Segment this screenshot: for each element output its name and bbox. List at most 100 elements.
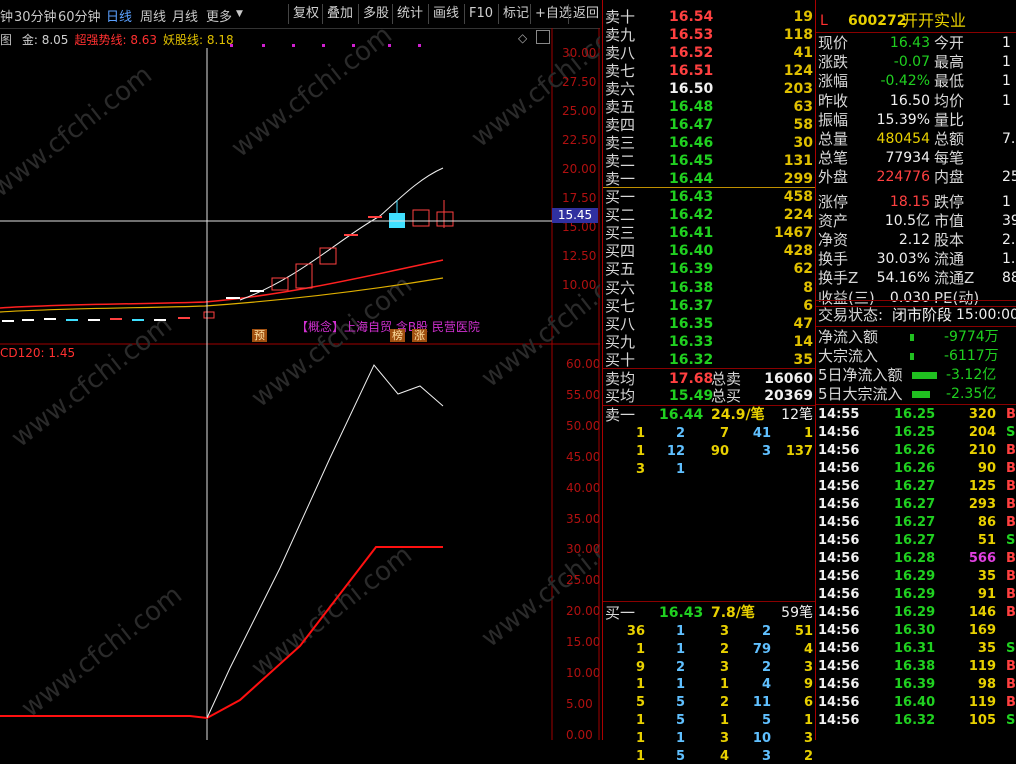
queue-cell: 1 xyxy=(635,713,645,728)
asks-row[interactable]: 卖五 16.48 63 xyxy=(603,98,815,117)
bids-label: 买八 xyxy=(605,314,636,333)
asks-volume: 19 xyxy=(793,9,813,25)
more-dropdown-icon[interactable]: ▼ xyxy=(236,9,243,19)
indicator-label-1: 超强势线 xyxy=(74,33,123,47)
toolbar-button-8[interactable]: 返回 xyxy=(568,4,603,24)
asks-label: 卖二 xyxy=(605,152,636,170)
bids-label: 买五 xyxy=(605,260,636,279)
asks-volume: 30 xyxy=(793,135,813,151)
tick-time: 14:55 xyxy=(818,407,860,422)
period-tab-0[interactable]: 钟 xyxy=(0,6,13,25)
quote-field-label: 总笔 xyxy=(818,149,849,168)
tick-price: 16.39 xyxy=(894,677,936,692)
indicator-label-2: 妖股线 xyxy=(163,33,200,47)
indicator-tick: 60.00 xyxy=(566,357,601,371)
tick-row: 14:56 16.30 169 xyxy=(816,622,1016,640)
tick-row: 14:56 16.29 91 B xyxy=(816,586,1016,604)
settings-diamond-icon[interactable]: ◇ xyxy=(518,31,530,45)
marker-badge[interactable]: 涨 xyxy=(412,329,427,342)
tick-price: 16.27 xyxy=(894,479,936,494)
queue-cell: 90 xyxy=(710,443,729,459)
asks-row[interactable]: 卖八 16.52 41 xyxy=(603,44,815,63)
tick-time: 14:56 xyxy=(818,479,860,494)
toolbar-button-3[interactable]: 统计 xyxy=(392,4,427,24)
asks-row[interactable]: 卖六 16.50 203 xyxy=(603,80,815,99)
asks-row[interactable]: 卖二 16.45 131 xyxy=(603,152,815,171)
kline-chart[interactable]: www.cfchi.com www.cfchi.com www.cfchi.co… xyxy=(0,28,601,742)
toolbar-button-1[interactable]: 叠加 xyxy=(322,4,357,24)
period-tab-1[interactable]: 30分钟 xyxy=(14,6,57,25)
asks-row[interactable]: 卖七 16.51 124 xyxy=(603,62,815,81)
tick-side: B xyxy=(1006,587,1016,602)
queue-cell: 2 xyxy=(675,659,685,675)
toolbar-button-6[interactable]: 标记 xyxy=(498,4,533,24)
bids-price: 16.41 xyxy=(669,225,714,242)
asks-row[interactable]: 卖三 16.46 30 xyxy=(603,134,815,153)
crosshair-price-label: 15.45 xyxy=(552,208,598,223)
toolbar-button-2[interactable]: 多股 xyxy=(358,4,393,24)
marker-badge[interactable]: 榜 xyxy=(390,329,405,342)
quote-field-label2: 最高 xyxy=(934,53,965,72)
ma-white-line xyxy=(239,167,444,301)
tick-price: 16.29 xyxy=(894,587,936,602)
quote-field-label: 资产 xyxy=(818,211,849,230)
period-tab-2[interactable]: 60分钟 xyxy=(58,6,101,25)
bids-row[interactable]: 买九 16.33 14 xyxy=(603,333,815,352)
queue-price: 16.43 xyxy=(659,605,704,621)
quote-field-label: 换手 xyxy=(818,250,849,269)
queue-cell: 137 xyxy=(785,443,813,459)
tick-row: 14:56 16.32 105 S xyxy=(816,712,1016,730)
svg-text:www.cfchi.com: www.cfchi.com xyxy=(16,580,188,724)
indicator-tick: 20.00 xyxy=(566,604,601,619)
indicator-1: 超强势线: 8.63 xyxy=(74,33,157,47)
queue-cell: 1 xyxy=(675,624,685,639)
queue-cell: 11 xyxy=(752,695,771,711)
tick-row: 14:56 16.38 119 B xyxy=(816,658,1016,676)
bids-row[interactable]: 买七 16.37 6 xyxy=(603,297,815,316)
concept-label: 【概念】上海自贸 含B股 民营医院 xyxy=(296,320,480,334)
quote-field-value: 0.030 xyxy=(889,289,930,306)
flow-label: 5日净流入额 xyxy=(818,366,903,384)
bids-row[interactable]: 买三 16.41 1467 xyxy=(603,224,815,243)
tick-side: B xyxy=(1006,461,1016,476)
tick-volume: 105 xyxy=(968,713,996,728)
tick-volume: 51 xyxy=(977,533,996,548)
asks-volume: 118 xyxy=(783,27,813,43)
quote-field-value2: 25 xyxy=(1002,169,1016,186)
stock-code[interactable]: 600272 xyxy=(848,12,906,31)
bids-row[interactable]: 买八 16.35 47 xyxy=(603,315,815,334)
price-tick: 17.50 xyxy=(562,191,597,205)
tick-time: 14:56 xyxy=(818,443,860,458)
price-tick: 25.00 xyxy=(562,104,597,118)
asks-row[interactable]: 卖十 16.54 19 xyxy=(603,8,815,27)
bids-row[interactable]: 买一 16.43 458 xyxy=(603,188,815,207)
tick-side: B xyxy=(1006,407,1016,422)
marker-badge[interactable]: 预 xyxy=(252,329,267,342)
toolbar-button-4[interactable]: 画线 xyxy=(428,4,463,24)
bids-row[interactable]: 买六 16.38 8 xyxy=(603,279,815,298)
asks-label: 卖八 xyxy=(605,44,636,62)
asks-row[interactable]: 卖九 16.53 118 xyxy=(603,26,815,45)
bids-label: 买六 xyxy=(605,278,636,297)
period-tab-6[interactable]: 更多 xyxy=(206,6,232,25)
toolbar-button-5[interactable]: F10 xyxy=(464,4,497,24)
tick-price: 16.29 xyxy=(894,569,936,584)
asks-price: 16.51 xyxy=(669,63,714,79)
bids-row[interactable]: 买四 16.40 428 xyxy=(603,242,815,261)
quote-field-label2: 市值 xyxy=(934,211,965,230)
indicator-tick: 5.00 xyxy=(566,696,593,711)
stock-name[interactable]: 开开实业 xyxy=(902,11,966,30)
toolbar-button-0[interactable]: 复权 xyxy=(288,4,323,24)
period-tab-3[interactable]: 日线 xyxy=(106,6,132,25)
period-tab-5[interactable]: 月线 xyxy=(172,6,198,25)
tick-side: S xyxy=(1006,533,1016,548)
period-tab-4[interactable]: 周线 xyxy=(140,6,166,25)
bids-row[interactable]: 买五 16.39 62 xyxy=(603,260,815,279)
bids-row[interactable]: 买二 16.42 224 xyxy=(603,206,815,225)
queue-cell: 10 xyxy=(752,730,771,746)
window-toggle-icon[interactable] xyxy=(536,30,550,44)
tick-price: 16.40 xyxy=(894,695,936,710)
asks-row[interactable]: 卖四 16.47 58 xyxy=(603,116,815,135)
flow-value: -6117万 xyxy=(944,348,999,364)
flow-label: 大宗流入 xyxy=(818,347,879,365)
